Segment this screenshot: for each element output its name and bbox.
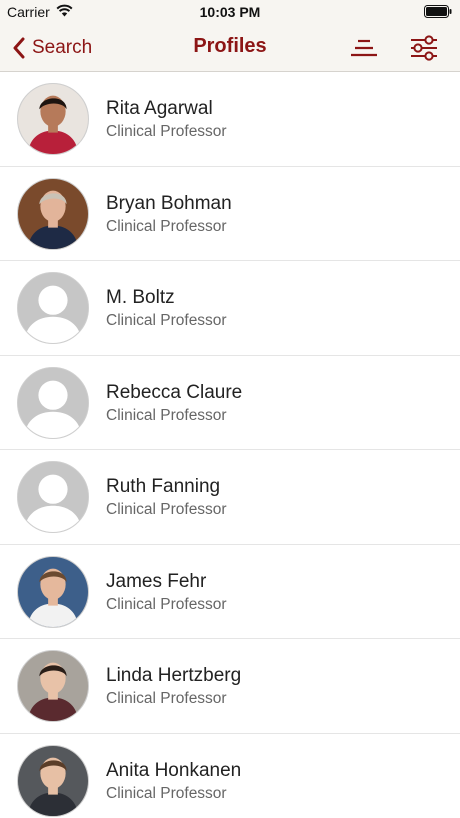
profile-title: Clinical Professor	[106, 501, 227, 518]
profile-title: Clinical Professor	[106, 312, 227, 329]
page-title: Profiles	[193, 35, 267, 57]
profile-row[interactable]: Rebecca Claure Clinical Professor	[0, 356, 460, 450]
profile-name: Linda Hertzberg	[106, 665, 242, 686]
status-time: 10:03 PM	[199, 4, 261, 20]
profile-name: Rebecca Claure	[106, 381, 243, 403]
avatar	[17, 177, 89, 250]
avatar	[17, 650, 89, 722]
avatar-placeholder-icon	[17, 366, 89, 439]
profile-title: Clinical Professor	[106, 595, 227, 613]
profile-row[interactable]: Linda Hertzberg Clinical Professor	[0, 639, 460, 734]
avatar-placeholder-icon	[17, 461, 89, 533]
avatar	[17, 83, 89, 155]
avatar	[17, 744, 89, 817]
avatar	[17, 555, 89, 628]
battery-icon	[424, 5, 452, 18]
sort-lines-icon	[351, 39, 377, 57]
profile-name: Ruth Fanning	[106, 476, 221, 497]
profile-title: Clinical Professor	[106, 123, 227, 140]
profile-name: James Fehr	[106, 570, 207, 592]
profile-title: Clinical Professor	[106, 784, 227, 802]
profile-title: Clinical Professor	[106, 406, 227, 424]
profile-name: M. Boltz	[106, 287, 175, 308]
sliders-icon	[411, 35, 437, 61]
profile-list: Rita Agarwal Clinical Professor Bryan Bohm…	[0, 72, 460, 818]
profile-title: Clinical Professor	[106, 217, 227, 235]
profile-row[interactable]: Rita Agarwal Clinical Professor	[0, 72, 460, 167]
status-bar: Carrier 10:03 PM	[0, 0, 460, 24]
profile-row[interactable]: Ruth Fanning Clinical Professor	[0, 450, 460, 545]
filter-button[interactable]	[409, 34, 439, 62]
profile-row[interactable]: M. Boltz Clinical Professor	[0, 261, 460, 356]
profile-title: Clinical Professor	[106, 690, 227, 707]
profile-name: Anita Honkanen	[106, 759, 242, 781]
profile-row[interactable]: Anita Honkanen Clinical Professor	[0, 734, 460, 818]
avatar-placeholder-icon	[17, 272, 89, 344]
profile-row[interactable]: Bryan Bohman Clinical Professor	[0, 167, 460, 261]
navigation-bar: Search Profiles	[0, 24, 460, 72]
sort-button[interactable]	[349, 36, 379, 60]
profile-row[interactable]: James Fehr Clinical Professor	[0, 545, 460, 639]
profile-name: Bryan Bohman	[106, 192, 232, 214]
profile-name: Rita Agarwal	[106, 98, 213, 119]
